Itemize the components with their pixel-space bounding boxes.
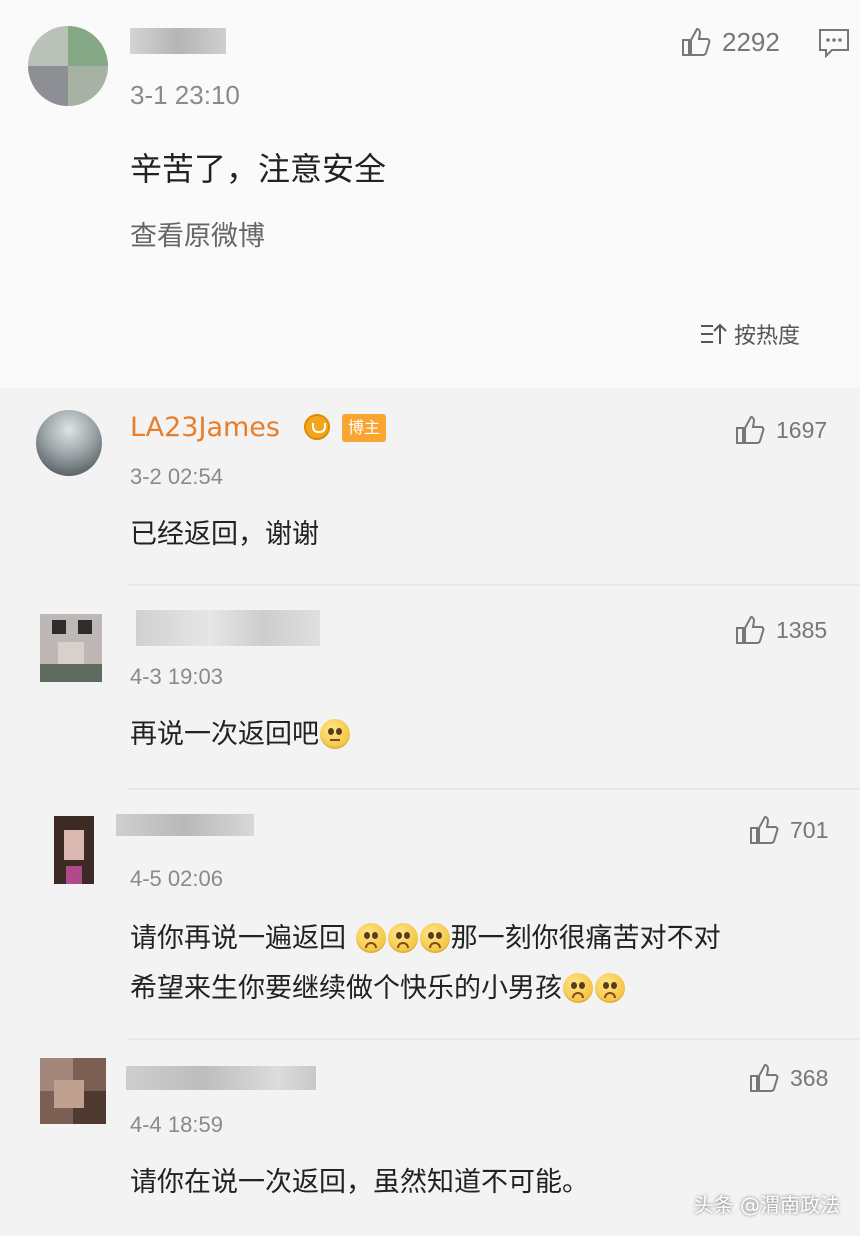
comment-text-part: 请你再说一遍返回 xyxy=(130,923,346,954)
comment-text: 请你再说一遍返回 那一刻你很痛苦对不对 希望来生你要继续做个快乐的小男孩 xyxy=(130,914,830,1014)
sad-face-emoji xyxy=(595,973,625,1003)
avatar[interactable] xyxy=(40,614,102,682)
like-count: 368 xyxy=(790,1064,829,1091)
comment-time: 3-1 23:10 xyxy=(130,80,240,110)
username-redacted[interactable] xyxy=(136,610,320,646)
sad-face-emoji xyxy=(355,923,386,953)
comment-text-part: 那一刻你很痛苦对不对 xyxy=(450,923,721,954)
username-redacted[interactable] xyxy=(126,1066,316,1090)
like-count: 2292 xyxy=(722,26,780,57)
username[interactable]: LA23James xyxy=(130,412,280,443)
thumbs-up-icon xyxy=(736,415,765,444)
view-original-link[interactable]: 查看原微博 xyxy=(130,214,265,253)
sad-face-emoji xyxy=(387,923,418,953)
username-redacted[interactable] xyxy=(116,814,254,836)
sort-icon xyxy=(701,323,727,344)
like-count: 1697 xyxy=(776,416,828,443)
like-button[interactable]: 1697 xyxy=(734,414,827,446)
comment-text: 请你在说一次返回，虽然知道不可能。 xyxy=(130,1167,589,1198)
sort-label: 按热度 xyxy=(734,324,801,349)
comment-time: 4-4 18:59 xyxy=(130,1112,223,1137)
sort-toggle[interactable]: 按热度 xyxy=(700,318,800,350)
divider xyxy=(128,1038,860,1040)
thumbs-up-icon xyxy=(736,615,765,644)
like-button[interactable]: 2292 xyxy=(680,26,780,58)
watermark: 头条 @渭南政法 xyxy=(693,1193,840,1217)
comment-text-part: 希望来生你要继续做个快乐的小男孩 xyxy=(130,973,562,1004)
thumbs-up-icon xyxy=(750,815,779,844)
comment-time: 4-3 19:03 xyxy=(130,664,223,689)
vip-badge-icon xyxy=(304,414,330,440)
comment-text: 再说一次返回吧 xyxy=(130,712,351,751)
reply-list: LA23James 博主 3-2 02:54 1697 已经返回，谢谢 4-3 … xyxy=(0,388,860,1236)
avatar[interactable] xyxy=(28,26,108,106)
main-comment: 3-1 23:10 2292 辛苦了，注意安全 查看原微博 按热度 xyxy=(0,0,860,388)
divider xyxy=(128,584,860,586)
speechless-face-emoji xyxy=(320,719,350,749)
sad-face-emoji xyxy=(419,923,450,953)
username-redacted[interactable] xyxy=(130,28,226,54)
thumbs-up-icon xyxy=(750,1063,779,1092)
comment-text: 辛苦了，注意安全 xyxy=(130,150,387,188)
comment-text: 已经返回，谢谢 xyxy=(130,519,319,550)
avatar[interactable] xyxy=(36,410,102,476)
avatar[interactable] xyxy=(40,1058,106,1124)
avatar[interactable] xyxy=(54,816,94,884)
divider xyxy=(128,788,860,790)
like-count: 701 xyxy=(790,816,829,843)
thumbs-up-icon xyxy=(682,27,711,56)
sad-face-emoji xyxy=(563,973,593,1003)
host-badge: 博主 xyxy=(342,414,387,442)
comment-text-content: 再说一次返回吧 xyxy=(130,719,319,750)
like-button[interactable]: 368 xyxy=(748,1062,828,1094)
comment-icon[interactable] xyxy=(818,28,850,58)
like-button[interactable]: 1385 xyxy=(734,614,827,646)
comment-time: 4-5 02:06 xyxy=(130,866,223,891)
comment-time: 3-2 02:54 xyxy=(130,464,223,489)
like-count: 1385 xyxy=(776,616,828,643)
like-button[interactable]: 701 xyxy=(748,814,828,846)
